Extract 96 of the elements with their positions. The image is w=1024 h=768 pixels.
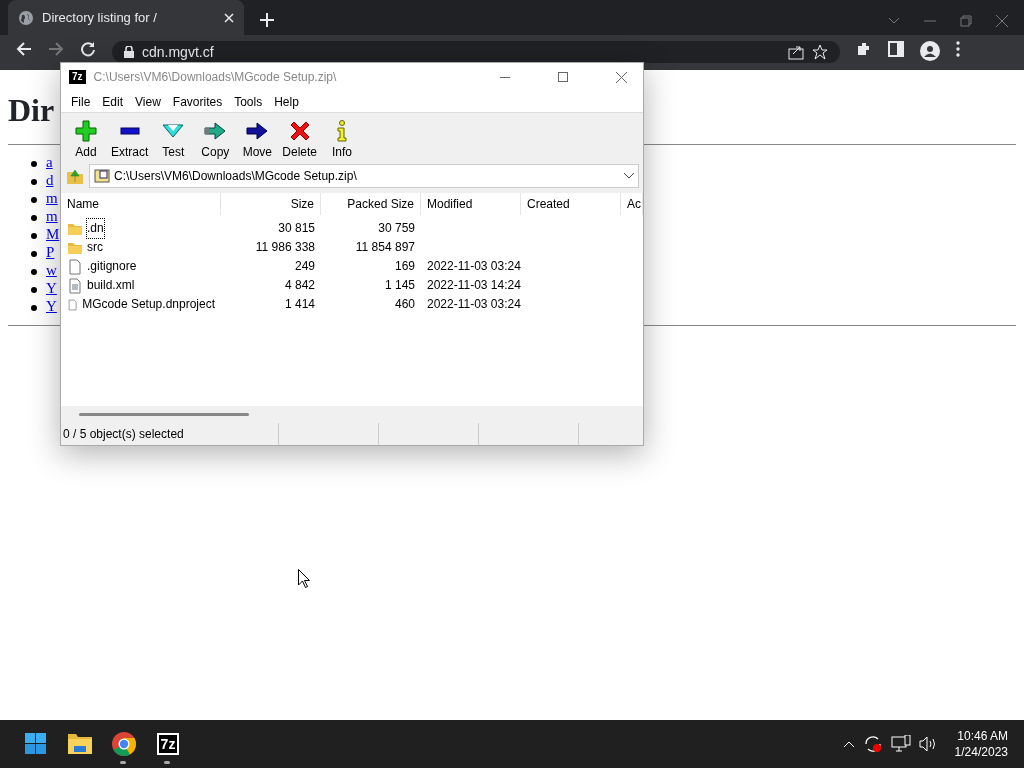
- column-header[interactable]: Packed Size: [321, 193, 421, 215]
- file-name[interactable]: build.xml: [87, 276, 135, 295]
- table-cell: 4 842: [284, 278, 315, 292]
- horizontal-scrollbar[interactable]: [61, 406, 643, 423]
- column-header[interactable]: Ac: [621, 193, 643, 215]
- menu-item[interactable]: Favorites: [166, 91, 229, 112]
- archive-icon: [94, 169, 110, 183]
- new-tab-icon[interactable]: [260, 13, 274, 27]
- share-icon[interactable]: [788, 44, 804, 60]
- minimize-icon[interactable]: [500, 76, 510, 78]
- lock-icon[interactable]: [124, 46, 134, 58]
- globe-icon: [18, 9, 34, 26]
- forward-icon[interactable]: [48, 41, 64, 57]
- bullet-icon: [31, 268, 37, 275]
- table-cell: 2022-11-03 03:24: [427, 297, 521, 311]
- arrow-icon: [203, 119, 228, 143]
- column-header[interactable]: Size: [221, 193, 321, 215]
- address-bar-text[interactable]: cdn.mgvt.cf: [142, 41, 214, 63]
- table-cell: 460: [394, 297, 415, 311]
- menu-item[interactable]: File: [65, 91, 97, 112]
- table-cell: 249: [294, 259, 315, 273]
- menu-item[interactable]: Edit: [96, 91, 130, 112]
- path-field[interactable]: C:\Users\VM6\Downloads\MGcode Setup.zip\: [89, 164, 639, 188]
- bullet-icon: [31, 304, 37, 311]
- chevron-up-icon[interactable]: [842, 740, 855, 748]
- bullet-icon: [31, 196, 37, 203]
- document-icon: [67, 277, 83, 294]
- page-link[interactable]: m: [46, 190, 58, 206]
- toolbar-button[interactable]: Delete: [278, 117, 322, 163]
- sync-icon[interactable]: [862, 734, 883, 754]
- maximize-icon[interactable]: [558, 72, 568, 82]
- page-link[interactable]: P: [46, 244, 55, 260]
- toolbar-button[interactable]: Copy: [194, 117, 237, 163]
- page-link[interactable]: w: [46, 262, 57, 278]
- scrollbar-thumb[interactable]: [79, 413, 249, 416]
- table-cell: 2022-11-03 03:24: [427, 259, 521, 273]
- column-header[interactable]: Created: [521, 193, 621, 215]
- network-icon[interactable]: [890, 735, 911, 753]
- bullet-icon: [31, 178, 37, 185]
- toolbar-button[interactable]: Info: [321, 117, 364, 163]
- puzzle-icon[interactable]: [856, 41, 872, 57]
- toolbar-button[interactable]: Move: [236, 117, 279, 163]
- page-link[interactable]: Y: [46, 280, 57, 296]
- tab-title: Directory listing for /: [42, 8, 158, 27]
- bullet-icon: [31, 214, 37, 221]
- bullet-icon: [31, 250, 37, 257]
- back-icon[interactable]: [16, 41, 32, 57]
- file-icon: [67, 296, 79, 313]
- profile-icon[interactable]: [920, 41, 940, 61]
- menu-item[interactable]: Help: [268, 91, 305, 112]
- table-cell: 11 854 897: [355, 240, 415, 254]
- star-icon[interactable]: [812, 44, 828, 60]
- table-cell: 1 145: [384, 278, 415, 292]
- window-title: C:\Users\VM6\Downloads\MGcode Setup.zip\: [93, 69, 338, 86]
- page-heading: Dir: [8, 91, 55, 128]
- arrow-icon: [245, 119, 270, 143]
- plus-icon: [74, 119, 98, 143]
- menu-icon[interactable]: [956, 41, 960, 57]
- column-header[interactable]: Name: [61, 193, 221, 215]
- table-cell: 11 986 338: [255, 240, 315, 254]
- file-name[interactable]: MGcode Setup.dnproject: [82, 295, 215, 314]
- page-link[interactable]: Y: [46, 298, 57, 314]
- page-link[interactable]: M: [46, 226, 60, 242]
- menu-item[interactable]: View: [129, 91, 167, 112]
- page-link[interactable]: a: [46, 154, 53, 170]
- toolbar-button[interactable]: Add: [65, 117, 107, 163]
- bullet-icon: [31, 232, 37, 239]
- taskbar-app[interactable]: 7z: [148, 724, 188, 764]
- clock[interactable]: 10:46 AM 1/24/2023: [946, 728, 1008, 760]
- close-icon[interactable]: [616, 71, 627, 83]
- sidebar-icon[interactable]: [888, 41, 904, 57]
- chevron-down-icon[interactable]: [888, 17, 900, 25]
- browser-tab[interactable]: Directory listing for /: [8, 0, 244, 35]
- bullet-icon: [31, 286, 37, 293]
- file-icon: [67, 258, 83, 275]
- status-text: 0 / 5 object(s) selected: [61, 423, 279, 445]
- mouse-cursor-icon: [298, 569, 310, 588]
- page-link[interactable]: m: [46, 208, 58, 224]
- file-name[interactable]: .dn: [87, 219, 104, 238]
- file-name[interactable]: .gitignore: [87, 257, 137, 276]
- bullet-icon: [31, 160, 37, 167]
- table-cell: 30 815: [278, 221, 315, 235]
- toolbar-button[interactable]: Extract: [107, 117, 153, 163]
- column-header[interactable]: Modified: [421, 193, 521, 215]
- app-logo: 7z: [69, 70, 86, 84]
- table-cell: 1 414: [284, 297, 315, 311]
- reload-icon[interactable]: [80, 41, 96, 57]
- table-cell: 30 759: [378, 221, 415, 235]
- table-cell: 2022-11-03 14:24: [427, 278, 521, 292]
- table-cell: 169: [394, 259, 415, 273]
- toolbar-button[interactable]: Test: [152, 117, 195, 163]
- menu-item[interactable]: Tools: [228, 91, 269, 112]
- dropdown-icon[interactable]: [624, 173, 634, 179]
- file-name[interactable]: src: [87, 238, 103, 257]
- page-link[interactable]: d: [46, 172, 54, 188]
- restore-icon[interactable]: [960, 15, 972, 27]
